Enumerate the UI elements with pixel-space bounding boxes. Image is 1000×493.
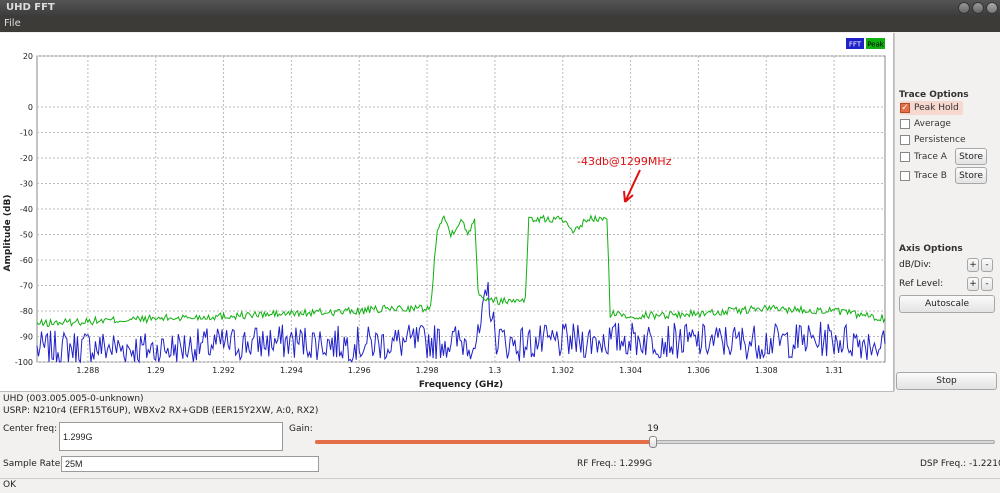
x-tick-label: 1.298 [416, 366, 439, 375]
window-title: UHD FFT [6, 2, 55, 13]
stop-button[interactable]: Stop [896, 372, 997, 390]
legend: FFT Peak [846, 38, 885, 49]
ref-level-decrease-button[interactable]: - [981, 277, 993, 291]
y-tick-label: -70 [20, 282, 33, 291]
minimize-icon[interactable] [958, 2, 970, 14]
checkbox-icon [900, 119, 910, 129]
y-axis-ticks: 20 0 -10 -20 -30 -40 -50 -60 -70 -80 -90 -100 [15, 52, 33, 367]
peak-hold-label: Peak Hold [914, 103, 959, 113]
annotation-label: -43db@1299MHz [577, 155, 672, 168]
x-tick-label: 1.29 [147, 366, 165, 375]
gain-value: 19 [647, 424, 659, 434]
sample-rate-input[interactable] [61, 456, 319, 472]
checkbox-checked-icon: ✓ [900, 103, 910, 113]
status-bar: OK [0, 478, 1000, 493]
menubar: File [0, 17, 1000, 32]
x-tick-label: 1.294 [280, 366, 303, 375]
average-checkbox[interactable]: Average [900, 117, 951, 131]
ref-level-increase-button[interactable]: + [967, 277, 979, 291]
x-tick-label: 1.296 [348, 366, 371, 375]
ref-level-label: Ref Level: [899, 279, 944, 289]
y-tick-label: -100 [15, 358, 33, 367]
y-tick-label: -10 [20, 129, 33, 138]
y-tick-label: -60 [20, 256, 33, 265]
x-tick-label: 1.31 [825, 366, 843, 375]
checkbox-icon [900, 135, 910, 145]
x-axis-ticks: 1.288 1.29 1.292 1.294 1.296 1.298 1.3 1.302 1.3… [76, 366, 843, 375]
menu-file[interactable]: File [4, 18, 21, 29]
trace-b-checkbox[interactable]: Trace B [900, 169, 947, 183]
x-tick-label: 1.306 [687, 366, 710, 375]
y-axis-label: Amplitude (dB) [3, 195, 13, 272]
y-tick-label: -40 [20, 205, 33, 214]
x-tick-label: 1.302 [551, 366, 574, 375]
gain-label: Gain: [289, 424, 313, 434]
y-tick-label: -50 [20, 231, 33, 240]
peak-hold-checkbox[interactable]: ✓ Peak Hold [900, 101, 963, 115]
persistence-checkbox[interactable]: Persistence [900, 133, 965, 147]
y-tick-label: -20 [20, 154, 33, 163]
checkbox-icon [900, 152, 910, 162]
db-div-increase-button[interactable]: + [967, 258, 979, 272]
x-tick-label: 1.3 [489, 366, 502, 375]
axis-options-title: Axis Options [899, 244, 963, 254]
close-icon[interactable] [986, 2, 998, 14]
sample-rate-label: Sample Rate: [3, 459, 64, 469]
fft-plot: 20 0 -10 -20 -30 -40 -50 -60 -70 -80 -90 -100 1.288… [3, 38, 886, 390]
x-tick-label: 1.308 [755, 366, 778, 375]
trace-a-store-button[interactable]: Store [955, 148, 987, 165]
rf-freq-text: RF Freq.: 1.299G [577, 459, 653, 469]
x-tick-label: 1.304 [619, 366, 642, 375]
center-freq-label: Center freq: [3, 424, 58, 434]
uhd-version-text: UHD (003.005.005-0-unknown) [3, 394, 144, 404]
db-div-decrease-button[interactable]: - [981, 258, 993, 272]
trace-options-title: Trace Options [899, 90, 969, 100]
gain-slider-handle[interactable] [649, 436, 658, 448]
status-text: OK [3, 480, 16, 490]
y-tick-label: -30 [20, 180, 33, 189]
checkbox-icon [900, 171, 910, 181]
y-tick-label: -90 [20, 333, 33, 342]
x-tick-label: 1.292 [212, 366, 235, 375]
center-freq-input[interactable] [59, 422, 283, 451]
legend-fft-label: FFT [849, 41, 862, 49]
trace-b-label: Trace B [914, 171, 947, 181]
db-div-label: dB/Div: [899, 260, 932, 270]
fft-plot-panel: 20 0 -10 -20 -30 -40 -50 -60 -70 -80 -90 -100 1.288… [0, 33, 894, 392]
y-tick-label: 20 [23, 52, 33, 61]
x-axis-label: Frequency (GHz) [419, 380, 503, 390]
maximize-icon[interactable] [972, 2, 984, 14]
x-tick-label: 1.288 [76, 366, 99, 375]
y-tick-label: -80 [20, 307, 33, 316]
usrp-info-text: USRP: N210r4 (EFR15T6UP), WBXv2 RX+GDB (… [3, 406, 319, 416]
window-titlebar: UHD FFT [0, 0, 1000, 17]
dsp-freq-text: DSP Freq.: -1.2210 [920, 459, 1000, 469]
autoscale-button[interactable]: Autoscale [899, 295, 995, 313]
y-tick-label: 0 [28, 103, 33, 112]
persistence-label: Persistence [914, 135, 966, 145]
trace-b-store-button[interactable]: Store [955, 167, 987, 184]
average-label: Average [914, 119, 951, 129]
trace-a-label: Trace A [914, 152, 947, 162]
trace-a-checkbox[interactable]: Trace A [900, 150, 947, 164]
legend-peak-label: Peak [867, 41, 885, 49]
options-panel: Trace Options ✓ Peak Hold Average Persis… [894, 33, 1000, 391]
gain-slider-fill [315, 440, 654, 444]
